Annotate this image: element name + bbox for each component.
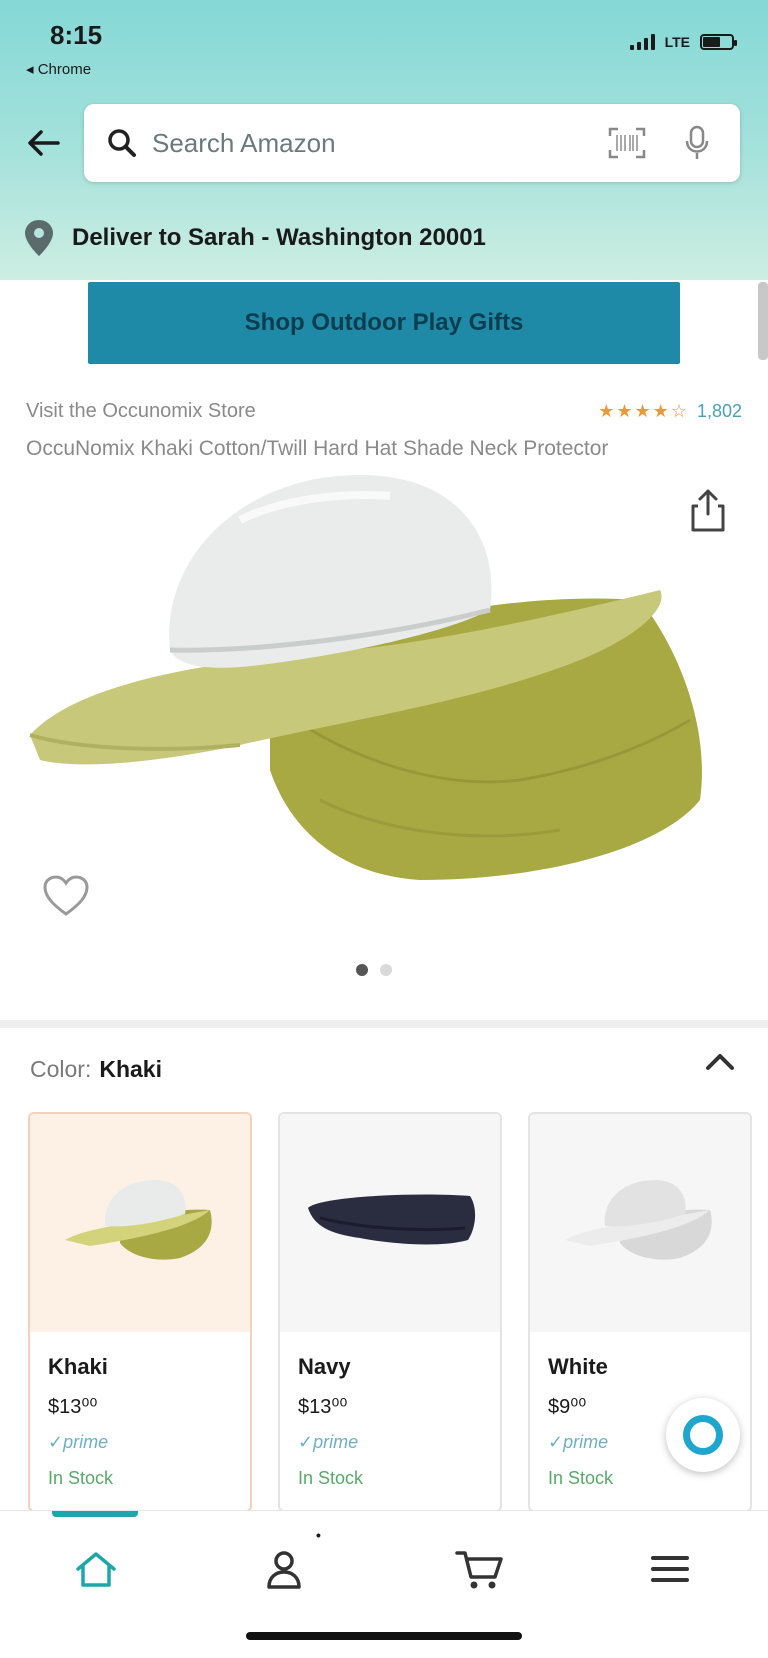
swatch-image-navy	[280, 1114, 500, 1332]
status-time: 8:15	[50, 20, 103, 50]
color-selector-header[interactable]: Color: Khaki	[30, 1056, 162, 1083]
account-icon[interactable]	[256, 1539, 316, 1599]
carousel-dot-active[interactable]	[356, 964, 368, 976]
app-header: 8:15 ◂ Chrome LTE Deliver to Sarah - Was…	[0, 0, 768, 280]
account-badge: •	[316, 1527, 321, 1543]
battery-icon	[700, 34, 737, 50]
search-input[interactable]	[142, 113, 582, 173]
swatch-image-white	[530, 1114, 750, 1332]
swatch-price: $13⁰⁰	[48, 1396, 98, 1418]
deliver-to-text: Deliver to Sarah - Washington 20001	[72, 224, 486, 251]
scrollbar-thumb[interactable]	[758, 282, 768, 360]
camera-scan-icon[interactable]	[602, 118, 652, 168]
home-indicator[interactable]	[246, 1632, 522, 1640]
back-arrow-icon[interactable]	[20, 120, 66, 166]
prime-badge: ✓prime	[298, 1432, 359, 1452]
store-and-rating-row: Visit the Occunomix Store ★★★★☆ 1,802	[26, 400, 742, 423]
share-icon[interactable]	[688, 488, 728, 534]
product-title: OccuNomix Khaki Cotton/Twill Hard Hat Sh…	[26, 437, 609, 460]
carousel-dot[interactable]	[380, 964, 392, 976]
rating-count: 1,802	[696, 401, 742, 421]
stock-status: In Stock	[48, 1468, 114, 1488]
status-bar: 8:15 ◂ Chrome LTE	[0, 0, 768, 90]
swatch-price: $9⁰⁰	[548, 1396, 587, 1418]
home-icon[interactable]	[66, 1539, 126, 1599]
color-swatch-navy[interactable]: Navy $13⁰⁰ ✓prime In Stock	[278, 1112, 502, 1512]
prime-badge: ✓prime	[548, 1432, 609, 1452]
wishlist-heart-icon[interactable]	[42, 874, 90, 918]
status-icons: LTE	[629, 34, 737, 50]
signal-icon	[629, 34, 655, 50]
alexa-button[interactable]	[666, 1398, 740, 1472]
stock-status: In Stock	[548, 1468, 614, 1488]
prime-badge: ✓prime	[48, 1432, 109, 1452]
swatch-price: $13⁰⁰	[298, 1396, 348, 1418]
menu-icon[interactable]	[640, 1539, 700, 1599]
promo-banner-label: Shop Outdoor Play Gifts	[244, 309, 524, 336]
swatch-name: Khaki	[48, 1354, 108, 1379]
image-carousel-dots	[356, 964, 392, 976]
rating-stars: ★★★★☆	[598, 401, 689, 421]
network-label: LTE	[664, 34, 690, 50]
search-bar[interactable]	[84, 104, 740, 182]
microphone-icon[interactable]	[672, 118, 722, 168]
selected-color-value: Khaki	[99, 1056, 162, 1082]
cart-icon[interactable]	[450, 1539, 510, 1599]
collapse-caret-icon[interactable]	[700, 1044, 740, 1080]
nav-active-indicator	[52, 1511, 138, 1517]
color-label: Color:	[30, 1056, 92, 1082]
alexa-icon	[683, 1415, 723, 1455]
search-icon	[102, 123, 142, 163]
deliver-to-location[interactable]: Deliver to Sarah - Washington 20001	[22, 218, 486, 258]
section-divider	[0, 1020, 768, 1028]
swatch-image-khaki	[30, 1114, 250, 1332]
rating[interactable]: ★★★★☆ 1,802	[598, 401, 742, 422]
back-to-app-link[interactable]: ◂ Chrome	[26, 60, 91, 78]
product-image[interactable]	[20, 470, 750, 930]
stock-status: In Stock	[298, 1468, 364, 1488]
color-swatch-carousel[interactable]: Khaki $13⁰⁰ ✓prime In Stock Navy $13⁰⁰ ✓…	[28, 1112, 768, 1512]
color-swatch-khaki[interactable]: Khaki $13⁰⁰ ✓prime In Stock	[28, 1112, 252, 1512]
visit-store-link[interactable]: Visit the Occunomix Store	[26, 400, 256, 423]
promo-banner[interactable]: Shop Outdoor Play Gifts	[88, 282, 680, 364]
location-pin-icon	[25, 220, 53, 256]
swatch-name: Navy	[298, 1354, 351, 1379]
swatch-name: White	[548, 1354, 608, 1379]
